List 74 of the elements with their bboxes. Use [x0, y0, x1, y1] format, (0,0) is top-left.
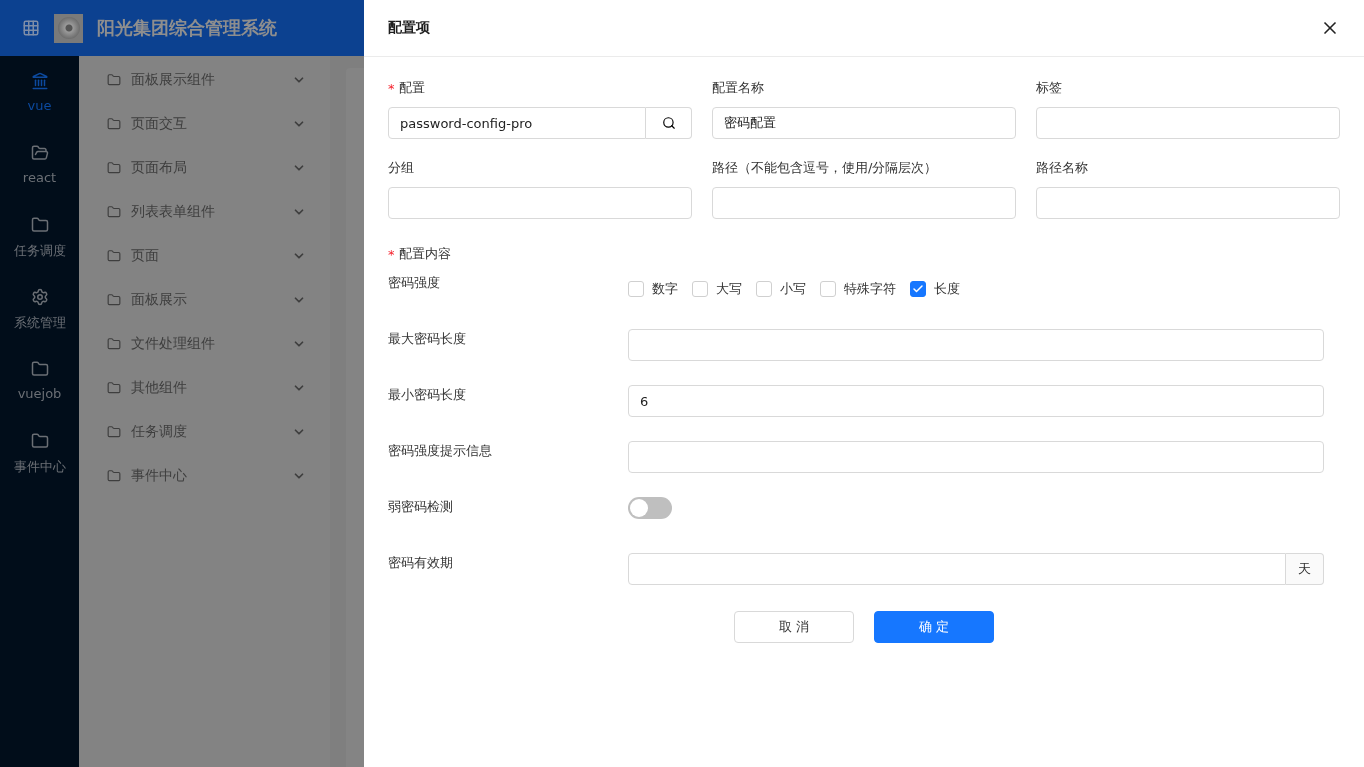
- folder-icon: [107, 249, 121, 263]
- field-label: 标签: [1036, 79, 1062, 97]
- bank-icon: [30, 72, 49, 90]
- settings-icon: [30, 288, 49, 306]
- folder-icon: [107, 293, 121, 307]
- cancel-button[interactable]: 取 消: [734, 611, 854, 643]
- menu-item[interactable]: 面板展示组件: [79, 58, 330, 102]
- menu-item[interactable]: 页面: [79, 234, 330, 278]
- required-asterisk: *: [388, 80, 395, 96]
- nav-item[interactable]: react: [0, 144, 79, 216]
- field-label: 密码强度提示信息: [388, 442, 493, 460]
- field-label: 密码强度: [388, 274, 441, 292]
- folder-icon: [107, 469, 121, 483]
- field-label: 密码有效期: [388, 554, 454, 572]
- checkbox-option[interactable]: 大写: [692, 280, 742, 298]
- checkbox[interactable]: [910, 281, 926, 297]
- nav-item[interactable]: 任务调度: [0, 216, 79, 288]
- menu-item[interactable]: 页面交互: [79, 102, 330, 146]
- field-label: 最小密码长度: [388, 386, 467, 404]
- field-label: 最大密码长度: [388, 330, 467, 348]
- folder-icon: [107, 337, 121, 351]
- check-icon: [912, 283, 924, 295]
- menu-item[interactable]: 事件中心: [79, 454, 330, 498]
- nav-item[interactable]: 事件中心: [0, 432, 79, 504]
- search-field[interactable]: password-config-pro: [388, 107, 646, 139]
- input-field[interactable]: [628, 441, 1324, 473]
- checkbox-option[interactable]: 数字: [628, 280, 678, 298]
- app-title: 阳光集团综合管理系统: [97, 16, 277, 40]
- folder-icon: [107, 381, 121, 395]
- nav-item[interactable]: vuejob: [0, 360, 79, 432]
- field-label: 配置: [398, 79, 425, 97]
- folder-icon: [107, 161, 121, 175]
- menu-item[interactable]: 面板展示: [79, 278, 330, 322]
- folder-icon: [107, 117, 121, 131]
- apps-grid-icon[interactable]: [22, 19, 40, 37]
- checkbox-option[interactable]: 小写: [756, 280, 806, 298]
- input-field[interactable]: [1036, 107, 1340, 139]
- menu-item[interactable]: 任务调度: [79, 410, 330, 454]
- unit-addon: 天: [1286, 553, 1324, 585]
- folder-icon: [107, 425, 121, 439]
- folder-icon: [30, 216, 49, 234]
- input-field[interactable]: [1036, 187, 1340, 219]
- folder-icon: [30, 360, 49, 378]
- checkbox-option[interactable]: 长度: [910, 280, 960, 298]
- folder-icon: [107, 73, 121, 87]
- field-label: 路径名称: [1036, 159, 1088, 177]
- nav-item[interactable]: 系统管理: [0, 288, 79, 360]
- checkbox-option[interactable]: 特殊字符: [820, 280, 896, 298]
- drawer-title: 配置项: [388, 19, 430, 37]
- nav-item[interactable]: vue: [0, 72, 79, 144]
- field-label: 配置名称: [712, 79, 764, 97]
- input-field[interactable]: [712, 187, 1016, 219]
- menu-item[interactable]: 其他组件: [79, 366, 330, 410]
- folder-icon: [107, 205, 121, 219]
- input-field[interactable]: [388, 187, 692, 219]
- menu-item[interactable]: 文件处理组件: [79, 322, 330, 366]
- folder-icon: [30, 144, 49, 162]
- folder-icon: [30, 432, 49, 450]
- required-asterisk: *: [388, 246, 395, 262]
- search-icon: [661, 116, 676, 130]
- menu-item[interactable]: 页面布局: [79, 146, 330, 190]
- field-label: 配置内容: [398, 245, 451, 263]
- toggle-switch[interactable]: [628, 497, 672, 519]
- input-field[interactable]: 6: [628, 385, 1324, 417]
- logo-icon: [54, 13, 83, 43]
- menu-item[interactable]: 列表表单组件: [79, 190, 330, 234]
- field-label: 路径（不能包含逗号，使用/分隔层次）: [712, 159, 938, 177]
- field-label: 弱密码检测: [388, 498, 454, 516]
- input-field[interactable]: [628, 553, 1286, 585]
- input-field[interactable]: 密码配置: [712, 107, 1016, 139]
- field-label: 分组: [388, 159, 414, 177]
- input-field[interactable]: [628, 329, 1324, 361]
- search-button[interactable]: [646, 107, 692, 139]
- confirm-button[interactable]: 确 定: [874, 611, 994, 643]
